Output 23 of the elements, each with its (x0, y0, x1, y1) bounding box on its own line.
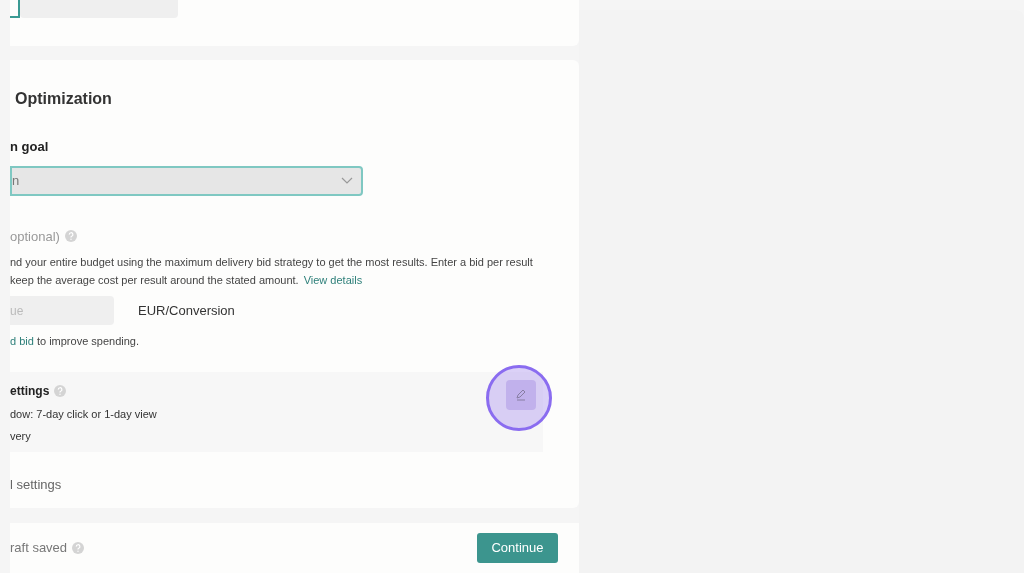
view-details-link[interactable]: View details (303, 271, 363, 289)
help-icon (64, 230, 77, 243)
field-label: n goal (10, 138, 49, 156)
hint-text: to improve spending. (35, 334, 140, 349)
settings-text: dow: 7-day click or 1-day view (10, 406, 157, 422)
edit-button[interactable] (506, 379, 536, 410)
settings-title: ettings (10, 382, 50, 400)
goal-dropdown[interactable]: n (10, 165, 363, 196)
chevron-down-icon (341, 176, 353, 185)
pencil-icon (515, 388, 527, 401)
help-icon (54, 384, 67, 397)
continue-button[interactable]: Continue (477, 533, 558, 563)
draft-status: raft saved (10, 539, 68, 558)
description-text: nd your entire budget using the maximum delivery bid strategy to get the most results. Enter a bid per result (10, 255, 533, 270)
text-field[interactable] (20, 0, 178, 18)
field-label: optional) (10, 227, 60, 246)
advanced-settings-text: l settings (10, 475, 62, 494)
description-text: keep the average cost per result around the stated amount. (10, 273, 299, 288)
settings-text: very (10, 429, 31, 444)
unit-label: EUR/Conversion (138, 301, 235, 320)
bid-link[interactable]: d bid (10, 333, 34, 350)
section-title: Optimization (14, 89, 113, 109)
help-icon (72, 542, 85, 554)
